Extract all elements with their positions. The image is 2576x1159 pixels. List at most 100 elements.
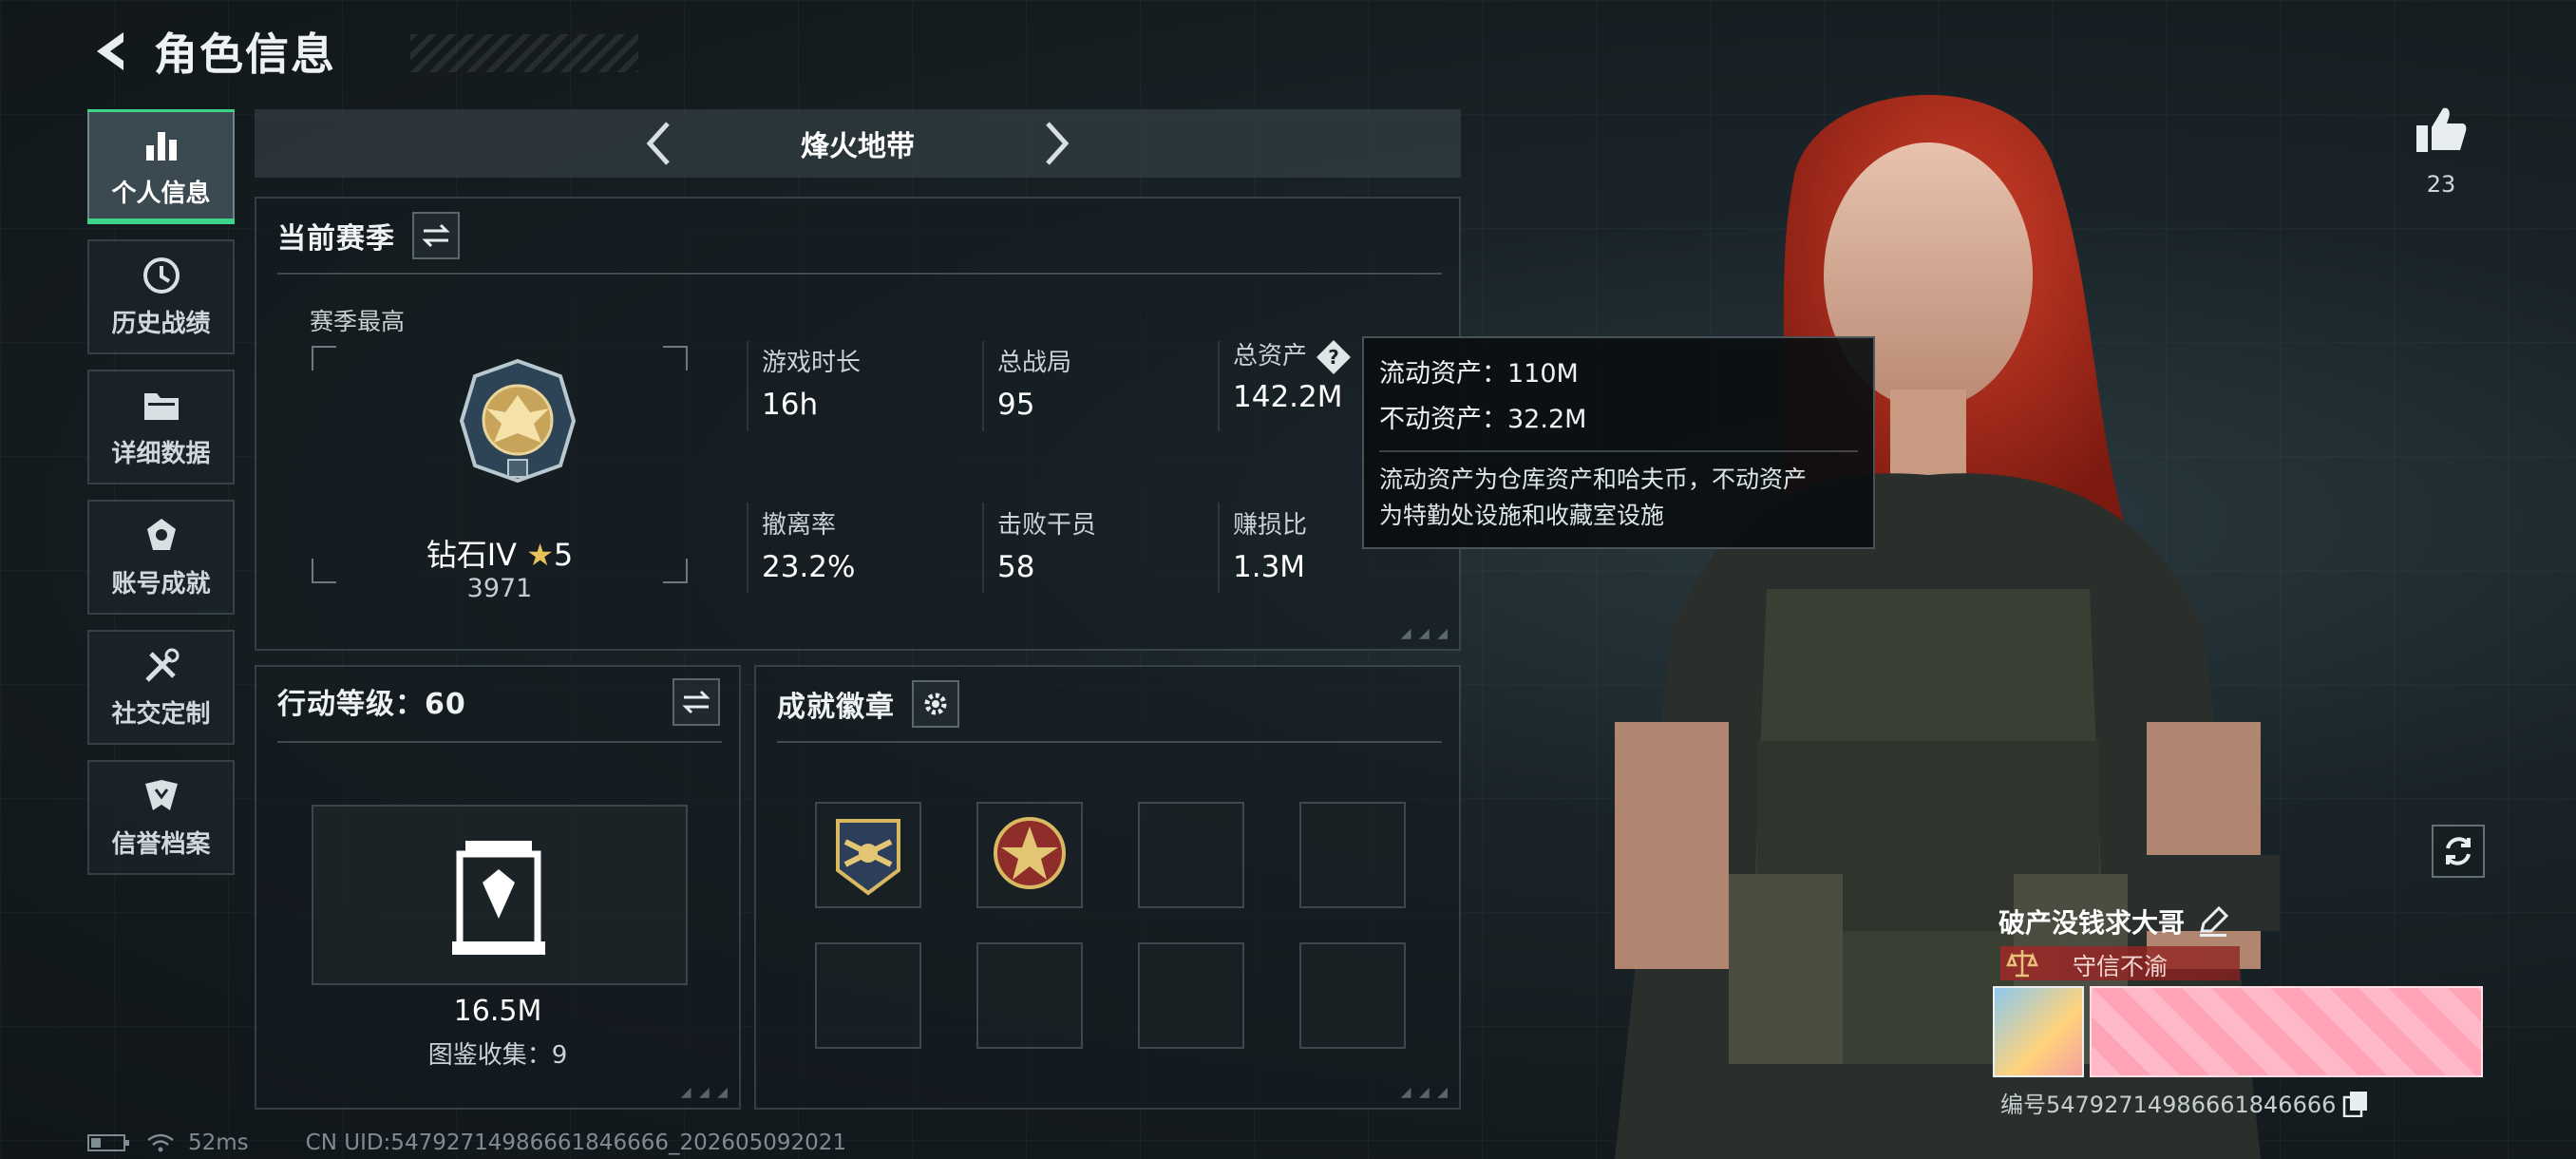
player-uid: 编号5479271498666184666​6: [2000, 1086, 2370, 1119]
badge-slot[interactable]: [1299, 802, 1406, 908]
tools-icon: [141, 645, 182, 687]
history-icon: [141, 255, 182, 296]
avatar[interactable]: [1993, 986, 2084, 1077]
gear-icon: [924, 693, 947, 715]
badges-panel-header: 成就徽章: [777, 680, 959, 728]
status-bar: 52ms CN UID:5479271498666184666​6_202605…: [87, 1130, 846, 1155]
badge-slot[interactable]: [1138, 802, 1244, 908]
refresh-icon: [2446, 837, 2471, 865]
sidebar-item-label: 信誉档案: [111, 830, 211, 859]
back-arrow-icon: [97, 32, 123, 70]
season-title: 当前赛季: [277, 222, 395, 256]
tooltip-description-line1: 流动资产为仓库资产和哈夫币，不动资产: [1379, 466, 1808, 493]
divider: [277, 741, 722, 743]
wifi-icon: [147, 1133, 174, 1152]
sidebar-item-achievements[interactable]: 账号成就: [87, 500, 235, 615]
swap-icon: [422, 223, 450, 248]
collection-showcase[interactable]: [312, 805, 688, 985]
diamond-rank-emblem-icon: [459, 358, 577, 484]
sidebar-item-detail-data[interactable]: 详细数据: [87, 370, 235, 484]
rank-score: 3971: [466, 574, 533, 603]
collection-case-icon: [452, 841, 545, 955]
corner-decoration: ◢ ◢ ◢: [1400, 1085, 1449, 1100]
mode-title: 烽火地带: [801, 130, 915, 163]
honor-badge: 守信不渝: [2000, 946, 2240, 980]
divider: [277, 273, 1442, 275]
rotate-view-button[interactable]: [2432, 825, 2485, 878]
folder-icon: [141, 385, 182, 427]
mode-prev-button[interactable]: [635, 119, 682, 168]
season-switch-button[interactable]: [412, 212, 460, 259]
corner-decoration: ◢ ◢ ◢: [1400, 626, 1449, 641]
header: 角色信息: [87, 23, 638, 80]
honor-text: 守信不渝: [2072, 953, 2168, 980]
level-panel-header: 行动等级：60: [277, 680, 466, 722]
mode-switcher: 烽火地带: [255, 109, 1461, 178]
like-button[interactable]: 23: [2413, 104, 2470, 198]
season-best-label: 赛季最高: [310, 308, 406, 335]
achievement-icon: [141, 515, 182, 557]
level-switch-button[interactable]: [672, 678, 720, 726]
divider: [1379, 450, 1858, 452]
stat-play-time: 游戏时长 16h: [762, 349, 862, 422]
stat-extract-rate: 撤离率 23.2%: [762, 511, 856, 584]
edit-icon[interactable]: [2196, 904, 2230, 939]
sidebar-item-label: 个人信息: [111, 180, 211, 208]
profile-banner[interactable]: [2090, 986, 2483, 1077]
sidebar-item-personal-info[interactable]: 个人信息: [87, 109, 235, 224]
badge-slot[interactable]: [1138, 942, 1244, 1049]
season-panel: 当前赛季 赛季最高 钻石IV ★5 3971 游戏时长 16h 总战局 95 总…: [255, 197, 1461, 651]
chevron-left-icon: [646, 122, 670, 165]
stat-operators-defeated: 击败干员 58: [997, 511, 1097, 584]
swap-icon: [682, 690, 710, 714]
badges-settings-button[interactable]: [912, 680, 959, 728]
help-icon[interactable]: ?: [1315, 338, 1353, 376]
assets-tooltip: 流动资产：110M 不动资产：32.2M 流动资产为仓库资产和哈夫币，不动资产 …: [1362, 336, 1875, 549]
sidebar-item-credit-record[interactable]: 信誉档案: [87, 760, 235, 875]
star-icon: ★: [526, 537, 554, 573]
badge-medal-icon: [994, 817, 1066, 889]
like-count: 23: [2426, 171, 2456, 198]
stat-total-matches: 总战局 95: [997, 349, 1072, 422]
status-uid: CN UID:5479271498666184666​6_20260509202…: [305, 1130, 847, 1155]
thumbs-up-icon: [2416, 107, 2467, 152]
title-decoration: [410, 34, 638, 72]
chevron-right-icon: [1046, 122, 1070, 165]
badge-slot[interactable]: [815, 942, 921, 1049]
sidebar-item-label: 账号成就: [111, 570, 211, 598]
collection-value: 16.5M: [453, 995, 542, 1028]
shield-icon: [141, 775, 182, 817]
bar-chart-icon: [141, 124, 182, 166]
back-button[interactable]: [87, 27, 133, 76]
player-name: 破产没钱求大哥: [1998, 902, 2230, 940]
rank-name: 钻石IV ★5: [426, 537, 574, 573]
rank-frame: 钻石IV ★5 3971: [312, 346, 688, 603]
season-panel-header: 当前赛季: [277, 212, 460, 259]
tooltip-fixed-assets: 不动资产：32.2M: [1379, 405, 1587, 434]
level-title: 行动等级：60: [277, 688, 466, 721]
badge-slot[interactable]: [1299, 942, 1406, 1049]
badge-slot[interactable]: [976, 942, 1083, 1049]
sidebar-item-label: 历史战绩: [111, 310, 211, 338]
sidebar-item-social-custom[interactable]: 社交定制: [87, 630, 235, 745]
sidebar-item-label: 社交定制: [111, 700, 211, 729]
battery-icon: [87, 1134, 129, 1151]
badge-slot[interactable]: [976, 802, 1083, 908]
badge-slot[interactable]: [815, 802, 921, 908]
ping-value: 52ms: [188, 1130, 249, 1155]
sidebar-item-label: 详细数据: [111, 440, 211, 468]
mode-next-button[interactable]: [1033, 119, 1081, 168]
divider: [777, 741, 1442, 743]
sidebar: 个人信息 历史战绩 详细数据 账号成就 社交定制 信誉档案: [87, 109, 235, 890]
page-title: 角色信息: [154, 28, 336, 80]
tooltip-description-line2: 为特勤处设施和收藏室设施: [1379, 502, 1665, 529]
collection-count: 图鉴收集：9: [427, 1041, 568, 1070]
badges-title: 成就徽章: [777, 691, 895, 724]
badges-panel: 成就徽章 ◢ ◢ ◢: [754, 665, 1461, 1110]
badge-emblem-icon: [836, 819, 900, 896]
copy-icon[interactable]: [2341, 1089, 2370, 1117]
level-panel: 行动等级：60 16.5M 图鉴收集：9 ◢ ◢ ◢: [255, 665, 741, 1110]
tooltip-liquid-assets: 流动资产：110M: [1379, 359, 1579, 389]
sidebar-item-history[interactable]: 历史战绩: [87, 239, 235, 354]
svg-text:?: ?: [1328, 346, 1339, 369]
